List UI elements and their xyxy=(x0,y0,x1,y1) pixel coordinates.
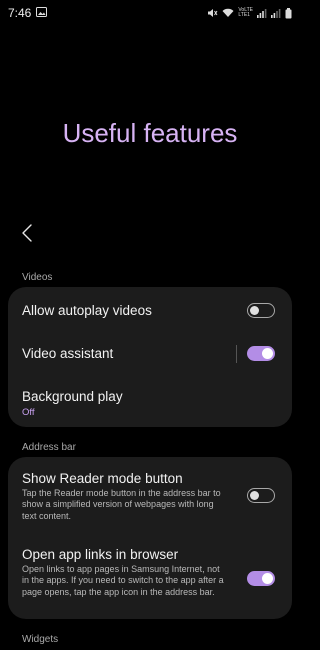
allow-autoplay-toggle[interactable] xyxy=(247,303,275,318)
section-header-widgets: Widgets xyxy=(22,634,59,645)
open-app-links-description: Open links to app pages in Samsung Inter… xyxy=(22,564,224,597)
reader-mode-toggle[interactable] xyxy=(247,488,275,503)
page-title: Useful features xyxy=(62,118,238,148)
signal-icon-1 xyxy=(257,8,267,18)
status-bar: 7:46 VoLTE LTE1 xyxy=(0,0,300,26)
address-bar-card: Show Reader mode button Tap the Reader m… xyxy=(8,457,292,619)
wifi-icon xyxy=(222,8,234,18)
video-assistant-toggle[interactable] xyxy=(247,346,275,361)
status-time: 7:46 xyxy=(8,6,32,20)
network-label: VoLTE LTE1 xyxy=(238,7,253,18)
back-button[interactable] xyxy=(16,223,38,247)
gallery-icon xyxy=(36,6,48,20)
toggle-knob xyxy=(250,490,259,500)
reader-mode-row[interactable]: Show Reader mode button Tap the Reader m… xyxy=(8,457,292,535)
background-play-label: Background play xyxy=(22,389,123,404)
open-app-links-toggle[interactable] xyxy=(247,571,275,586)
video-assistant-row[interactable]: Video assistant xyxy=(8,333,292,375)
section-header-videos: Videos xyxy=(22,272,53,283)
background-play-value: Off xyxy=(22,407,35,418)
open-app-links-label: Open app links in browser xyxy=(22,547,179,562)
mute-icon xyxy=(207,8,218,18)
open-app-links-row[interactable]: Open app links in browser Open links to … xyxy=(8,535,292,619)
signal-icon-2 xyxy=(271,8,281,18)
toggle-knob xyxy=(262,348,273,359)
allow-autoplay-label: Allow autoplay videos xyxy=(22,303,152,318)
section-header-address-bar: Address bar xyxy=(22,442,76,453)
reader-mode-description: Tap the Reader mode button in the addres… xyxy=(22,488,221,521)
vertical-divider xyxy=(236,345,237,363)
video-assistant-label: Video assistant xyxy=(22,346,114,361)
reader-mode-label: Show Reader mode button xyxy=(22,471,183,486)
chevron-left-icon xyxy=(21,223,33,247)
toggle-knob xyxy=(250,305,259,315)
battery-icon xyxy=(285,7,292,19)
background-play-row[interactable]: Background play Off xyxy=(8,375,292,427)
toggle-knob xyxy=(262,573,273,584)
videos-card: Allow autoplay videos Video assistant Ba… xyxy=(8,287,292,427)
allow-autoplay-row[interactable]: Allow autoplay videos xyxy=(8,287,292,333)
